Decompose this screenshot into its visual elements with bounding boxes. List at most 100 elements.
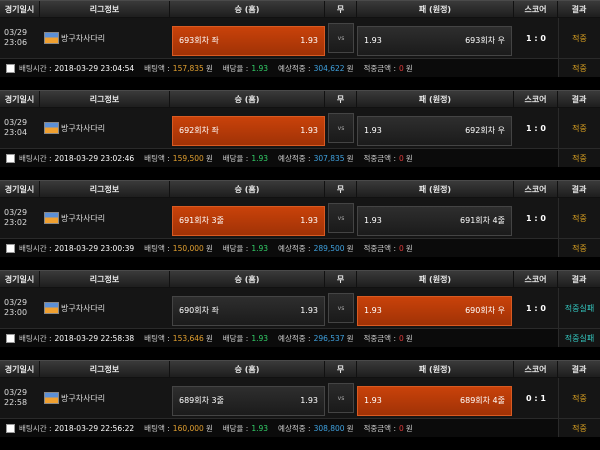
win-cell: 689회차 3줄 1.93 xyxy=(170,378,325,418)
vs-box: vs xyxy=(328,203,354,233)
lose-pick-odds: 1.93 xyxy=(364,126,382,135)
lose-pick-button[interactable]: 1.93 690회차 우 xyxy=(357,295,512,326)
header-win: 승 (홈) xyxy=(170,181,325,197)
expected-value: 304,622 xyxy=(313,63,345,73)
hit-amount-unit: 원 xyxy=(405,63,413,73)
hit-amount-label: 적중금액 : xyxy=(363,153,396,163)
lose-pick-label: 693회차 우 xyxy=(465,36,505,45)
win-cell: 693회차 좌 1.93 xyxy=(170,18,325,58)
bet-block: 경기일시 리그정보 승 (홈) 무 패 (원정) 스코어 결과 03/29 23… xyxy=(0,90,600,180)
odds-value: 1.93 xyxy=(251,243,269,253)
odds-value: 1.93 xyxy=(251,423,269,433)
lose-pick-label: 691회차 4줄 xyxy=(460,216,505,225)
header-result: 결과 xyxy=(571,184,587,194)
win-pick-odds: 1.93 xyxy=(300,306,318,315)
bet-amount-label: 배팅액 : xyxy=(144,423,170,433)
odds-label: 배당율 : xyxy=(222,423,249,433)
header-result: 결과 xyxy=(571,274,587,284)
lose-cell: 1.93 689회차 4줄 xyxy=(357,378,514,418)
win-cell: 690회차 좌 1.93 xyxy=(170,288,325,328)
result-badge: 적중 xyxy=(558,59,600,77)
hit-amount-unit: 원 xyxy=(405,333,413,343)
result-badge: 적중실패 xyxy=(558,329,600,347)
bet-info: 배팅시간 : 2018-03-29 22:56:22 배팅액 : 160,000… xyxy=(0,419,516,437)
win-pick-button[interactable]: 690회차 좌 1.93 xyxy=(172,295,325,326)
win-pick-button[interactable]: 692회차 좌 1.93 xyxy=(172,115,325,146)
select-checkbox[interactable] xyxy=(6,63,15,73)
draw-cell: vs xyxy=(325,198,357,238)
header-draw: 무 xyxy=(325,181,357,197)
vs-box: vs xyxy=(328,23,354,53)
match-score: 1 : 0 xyxy=(526,33,546,43)
lose-pick-button[interactable]: 1.93 689회차 4줄 xyxy=(357,385,512,416)
win-pick-label: 692회차 좌 xyxy=(179,126,219,135)
bet-amount-unit: 원 xyxy=(205,63,213,73)
match-datetime: 03/29 23:02 xyxy=(0,198,40,238)
header-draw: 무 xyxy=(325,1,357,17)
bet-amount-unit: 원 xyxy=(205,243,213,253)
bet-info: 배팅시간 : 2018-03-29 23:02:46 배팅액 : 159,500… xyxy=(0,149,516,167)
bet-block: 경기일시 리그정보 승 (홈) 무 패 (원정) 스코어 결과 03/29 23… xyxy=(0,0,600,90)
bet-info: 배팅시간 : 2018-03-29 23:04:54 배팅액 : 157,835… xyxy=(0,59,516,77)
bet-amount-label: 배팅액 : xyxy=(144,333,170,343)
header-score: 스코어 xyxy=(514,91,558,107)
draw-cell: vs xyxy=(325,378,357,418)
match-score: 1 : 0 xyxy=(526,123,546,133)
header-score: 스코어 xyxy=(514,271,558,287)
expected-label: 예상적중 : xyxy=(278,333,311,343)
match-time: 23:00 xyxy=(4,308,28,317)
draw-cell: vs xyxy=(325,18,357,58)
column-header-row: 경기일시 리그정보 승 (홈) 무 패 (원정) 스코어 결과 xyxy=(0,180,600,198)
header-league: 리그정보 xyxy=(40,361,170,377)
select-checkbox[interactable] xyxy=(6,243,15,253)
header-lose: 패 (원정) xyxy=(357,181,514,197)
expected-unit: 원 xyxy=(346,153,354,163)
win-pick-button[interactable]: 691회차 3줄 1.93 xyxy=(172,205,325,236)
match-datetime: 03/29 23:04 xyxy=(0,108,40,148)
header-win: 승 (홈) xyxy=(170,271,325,287)
bet-amount-label: 배팅액 : xyxy=(144,153,170,163)
hit-amount-value: 0 xyxy=(399,333,404,343)
lose-pick-label: 689회차 4줄 xyxy=(460,396,505,405)
league-info: 방구차사다리 xyxy=(40,288,170,328)
win-pick-button[interactable]: 693회차 좌 1.93 xyxy=(172,25,325,56)
win-pick-label: 689회차 3줄 xyxy=(179,396,224,405)
match-result: 적중 xyxy=(558,378,600,418)
lose-pick-button[interactable]: 1.93 693회차 우 xyxy=(357,25,512,56)
match-datetime: 03/29 22:58 xyxy=(0,378,40,418)
header-draw: 무 xyxy=(325,271,357,287)
win-pick-button[interactable]: 689회차 3줄 1.93 xyxy=(172,385,325,416)
match-date: 03/29 xyxy=(4,298,28,307)
win-cell: 691회차 3줄 1.93 xyxy=(170,198,325,238)
bet-amount-unit: 원 xyxy=(205,423,213,433)
select-checkbox[interactable] xyxy=(6,423,15,433)
hit-amount-value: 0 xyxy=(399,243,404,253)
win-pick-label: 693회차 좌 xyxy=(179,36,219,45)
lose-pick-button[interactable]: 1.93 691회차 4줄 xyxy=(357,205,512,236)
hit-amount-unit: 원 xyxy=(405,153,413,163)
expected-unit: 원 xyxy=(346,333,354,343)
lose-pick-label: 690회차 우 xyxy=(465,306,505,315)
lose-pick-odds: 1.93 xyxy=(364,396,382,405)
league-info: 방구차사다리 xyxy=(40,18,170,58)
header-time: 경기일시 xyxy=(0,271,40,287)
lose-pick-odds: 1.93 xyxy=(364,36,382,45)
league-flag-icon xyxy=(44,122,59,134)
bet-amount-value: 160,000 xyxy=(172,423,204,433)
match-date: 03/29 xyxy=(4,28,28,37)
match-row: 03/29 23:02 방구차사다리 691회차 3줄 1.93 vs 1.93… xyxy=(0,198,600,239)
match-date: 03/29 xyxy=(4,388,28,397)
expected-unit: 원 xyxy=(346,63,354,73)
bet-time-label: 배팅시간 : xyxy=(19,243,52,253)
header-time: 경기일시 xyxy=(0,181,40,197)
league-flag-icon xyxy=(44,212,59,224)
lose-pick-button[interactable]: 1.93 692회차 우 xyxy=(357,115,512,146)
select-checkbox[interactable] xyxy=(6,153,15,163)
bet-time-value: 2018-03-29 22:56:22 xyxy=(54,423,135,433)
match-row: 03/29 23:00 방구차사다리 690회차 좌 1.93 vs 1.93 … xyxy=(0,288,600,329)
select-checkbox[interactable] xyxy=(6,333,15,343)
expected-value: 296,537 xyxy=(313,333,345,343)
column-header-row: 경기일시 리그정보 승 (홈) 무 패 (원정) 스코어 결과 xyxy=(0,0,600,18)
match-score: 1 : 0 xyxy=(526,303,546,313)
header-lose: 패 (원정) xyxy=(357,1,514,17)
